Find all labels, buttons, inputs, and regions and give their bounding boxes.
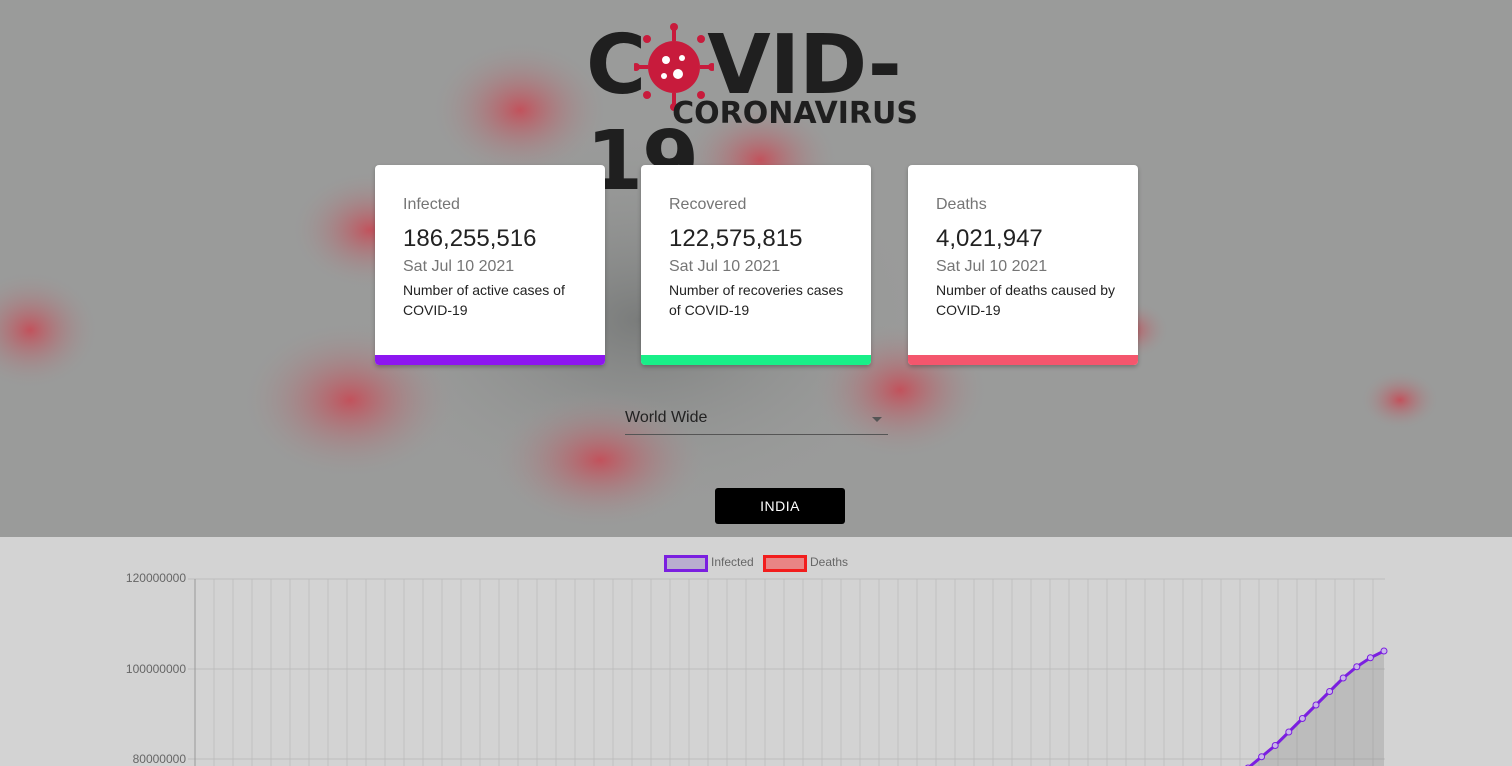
infected-point	[1339, 674, 1347, 682]
card-accent-bar	[375, 355, 605, 365]
card-description: Number of active cases of COVID-19	[403, 282, 565, 318]
card-date: Sat Jul 10 2021	[936, 258, 1048, 275]
card-description: Number of recoveries cases of COVID-19	[669, 282, 844, 318]
card-value: 4,021,947	[936, 225, 1043, 252]
infected-point	[1298, 715, 1306, 722]
logo-subtitle: CORONAVIRUS	[672, 96, 918, 131]
infected-point	[1258, 753, 1266, 761]
infected-point	[1312, 701, 1320, 709]
infected-point	[1380, 647, 1388, 655]
card-value: 186,255,516	[403, 225, 537, 252]
card-date: Sat Jul 10 2021	[403, 258, 515, 275]
infected-point	[1353, 663, 1361, 671]
infected-card: Infected 186,255,516 Sat Jul 10 2021 Num…	[375, 165, 605, 365]
infected-point	[1271, 742, 1279, 749]
recovered-card: Recovered 122,575,815 Sat Jul 10 2021 Nu…	[641, 165, 871, 365]
india-button[interactable]: INDIA	[715, 488, 845, 524]
infected-point	[1366, 654, 1374, 662]
dropdown-arrow-icon[interactable]	[872, 417, 882, 422]
infected-point	[1285, 728, 1293, 736]
card-title: Recovered	[669, 196, 747, 213]
card-date: Sat Jul 10 2021	[669, 258, 781, 275]
card-title: Deaths	[936, 196, 987, 213]
card-title: Infected	[403, 196, 460, 213]
country-select-value: World Wide	[625, 409, 708, 426]
card-accent-bar	[908, 355, 1138, 365]
country-select[interactable]: World Wide	[625, 406, 888, 435]
covid-logo: C VID-19 CORONAVIRUS	[586, 18, 926, 209]
deaths-card: Deaths 4,021,947 Sat Jul 10 2021 Number …	[908, 165, 1138, 365]
card-accent-bar	[641, 355, 871, 365]
card-description: Number of deaths caused by COVID-19	[936, 282, 1115, 318]
infected-point	[1326, 688, 1334, 695]
card-value: 122,575,815	[669, 225, 803, 252]
line-chart	[188, 578, 1388, 766]
